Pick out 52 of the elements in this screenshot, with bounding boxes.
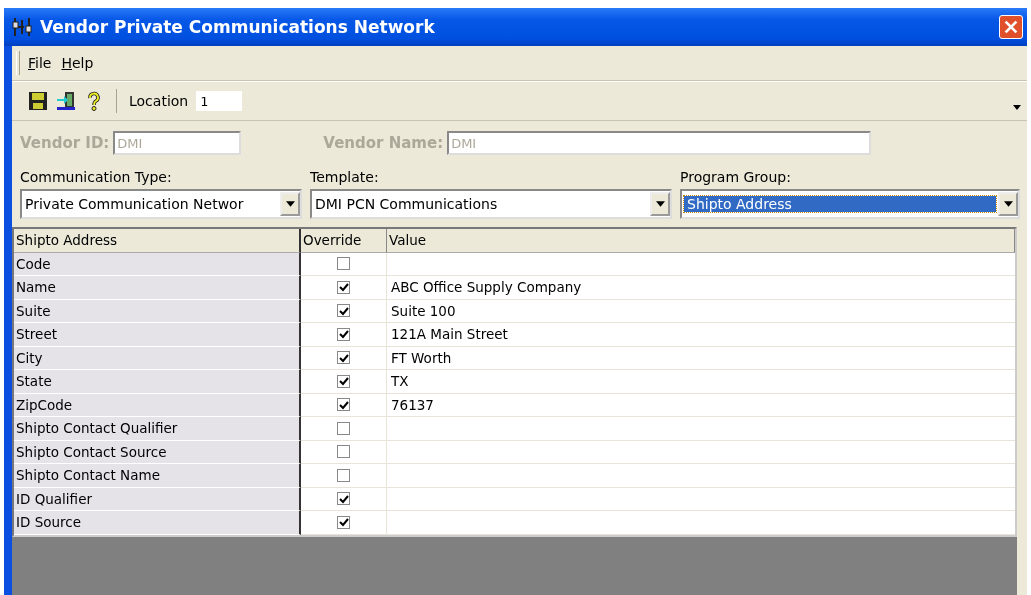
app-icon [12, 17, 34, 37]
close-button[interactable] [999, 15, 1023, 39]
field-name-cell: City [14, 346, 301, 370]
toolbar-overflow-icon[interactable] [1013, 104, 1021, 110]
override-checkbox[interactable] [337, 445, 350, 459]
dropdown[interactable]: DMI PCN Communications [310, 189, 672, 219]
window-title: Vendor Private Communications Network [40, 17, 436, 37]
location-field[interactable]: 1 [196, 91, 243, 111]
menu-item[interactable]: Help [61, 55, 94, 71]
value-text: Suite 100 [391, 302, 456, 319]
dropdown[interactable]: Private Communication Networ [20, 189, 302, 219]
override-checkbox[interactable] [337, 468, 350, 482]
field-name-cell: ID Qualifier [14, 487, 301, 511]
override-checkbox[interactable] [337, 374, 350, 388]
field-name-cell: Code [14, 252, 301, 276]
save-icon[interactable] [28, 91, 48, 111]
override-checkbox[interactable] [337, 398, 350, 412]
override-checkbox[interactable] [337, 304, 350, 318]
value-text: TX [391, 373, 409, 390]
close-icon [1002, 18, 1020, 36]
exit-door-icon[interactable] [56, 91, 76, 111]
vendor-id-label: Vendor ID: [20, 134, 110, 152]
value-text: 76137 [391, 396, 434, 413]
field-name-cell: ZipCode [14, 393, 301, 417]
field-name-cell: State [14, 370, 301, 394]
location-label: Location [129, 93, 189, 109]
value-text: FT Worth [391, 349, 452, 366]
field-name-cell: Shipto Contact Source [14, 440, 301, 464]
field-name-cell: Street [14, 323, 301, 347]
field-name-cell: ID Source [14, 511, 301, 535]
field-name-cell: Name [14, 276, 301, 300]
override-checkbox[interactable] [337, 421, 350, 435]
column-header[interactable]: Override [301, 229, 387, 253]
menu-item[interactable]: File [28, 55, 52, 71]
dropdown-label: Communication Type: [20, 168, 173, 187]
field-name-cell: Shipto Contact Qualifier [14, 417, 301, 441]
override-checkbox[interactable] [337, 351, 350, 365]
dropdown-label: Program Group: [680, 168, 792, 187]
override-checkbox[interactable] [337, 515, 350, 529]
field-name-cell: Suite [14, 299, 301, 323]
override-checkbox[interactable] [337, 492, 350, 506]
column-header[interactable]: Value [387, 229, 1015, 253]
vendor-name-label: Vendor Name: [323, 134, 444, 152]
dropdown-label: Template: [310, 168, 380, 187]
override-checkbox[interactable] [337, 280, 350, 294]
dropdown[interactable]: Shipto Address [680, 189, 1020, 219]
override-checkbox[interactable] [337, 327, 350, 341]
column-header[interactable]: Shipto Address [14, 229, 301, 253]
value-text: ABC Office Supply Company [391, 279, 582, 296]
value-text: 121A Main Street [391, 326, 508, 343]
override-checkbox[interactable] [337, 257, 350, 271]
field-name-cell: Shipto Contact Name [14, 464, 301, 488]
